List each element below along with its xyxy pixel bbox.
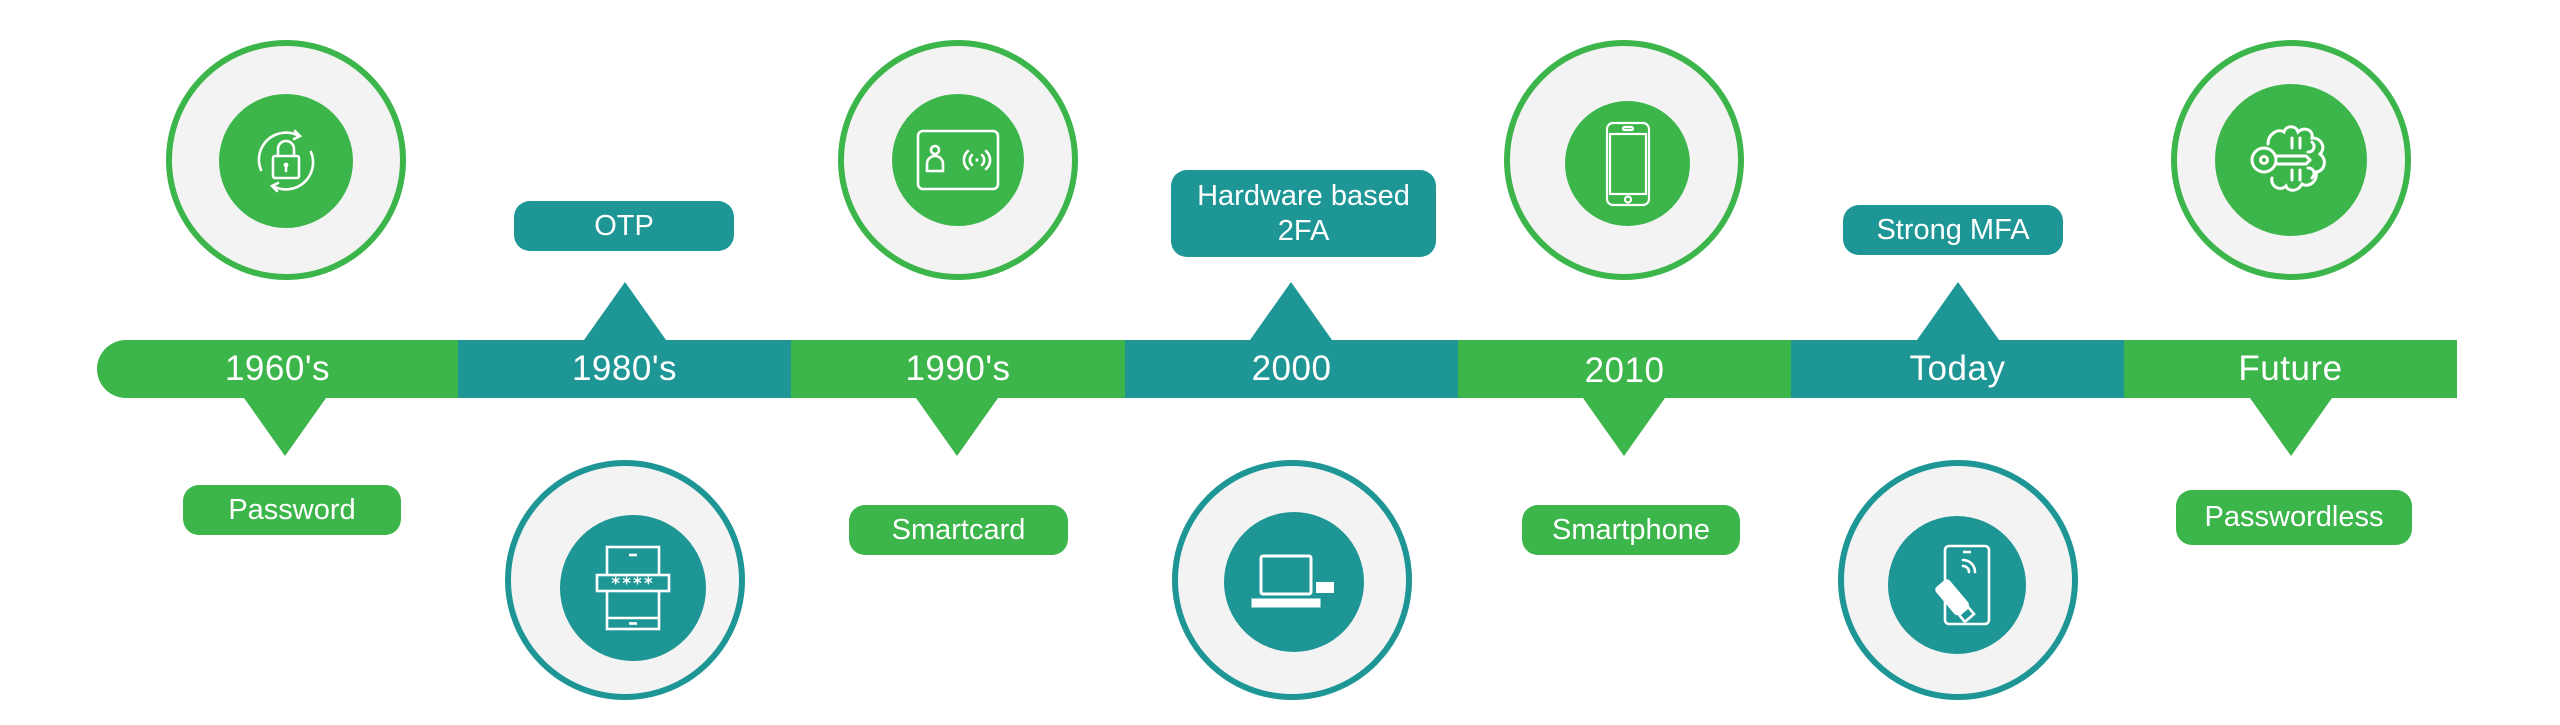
era-label: 2010 xyxy=(1584,351,1665,390)
pointer-down-future xyxy=(2250,398,2332,456)
badge-hardware-2fa xyxy=(1172,460,1412,700)
pointer-up-2000 xyxy=(1250,282,1332,340)
pointer-down-1990s xyxy=(916,398,998,456)
svg-text:****: **** xyxy=(611,574,655,594)
badge-smartcard xyxy=(838,40,1078,280)
pointer-down-2010 xyxy=(1583,398,1665,456)
timeline-segment-1980s: 1980's xyxy=(458,340,791,398)
label-smartcard: Smartcard xyxy=(849,505,1068,555)
era-label: Today xyxy=(1909,349,2006,388)
badge-otp: **** xyxy=(505,460,745,700)
label-password: Password xyxy=(183,485,401,535)
label-strong-mfa: Strong MFA xyxy=(1843,205,2063,255)
label-smartphone: Smartphone xyxy=(1522,505,1740,555)
id-card-contactless-icon xyxy=(916,129,1000,191)
smartphone-icon xyxy=(1605,121,1650,206)
lock-rotate-icon xyxy=(257,129,315,193)
badge-strong-mfa xyxy=(1838,460,2078,700)
brain-key-icon xyxy=(2250,125,2326,192)
label-hardware-2fa: Hardware based 2FA xyxy=(1171,170,1436,257)
timeline-segment-1960s: 1960's xyxy=(97,340,458,398)
badge-smartphone xyxy=(1504,40,1744,280)
era-label: 1990's xyxy=(905,349,1011,388)
era-label: 1960's xyxy=(224,349,331,388)
badge-passwordless xyxy=(2171,40,2411,280)
era-label: 1980's xyxy=(571,349,678,388)
badge-password xyxy=(166,40,406,280)
timeline-segment-today: Today xyxy=(1791,340,2124,398)
label-otp: OTP xyxy=(514,201,734,251)
label-passwordless: Passwordless xyxy=(2176,490,2412,545)
timeline-segment-future: Future xyxy=(2124,340,2457,398)
phone-pin-icon: **** xyxy=(595,545,671,631)
pointer-down-1960s xyxy=(244,398,326,456)
laptop-token-icon xyxy=(1251,554,1334,608)
timeline-segment-1990s: 1990's xyxy=(791,340,1125,398)
security-key-phone-icon xyxy=(1935,544,1991,626)
timeline-segment-2010: 2010 xyxy=(1458,340,1791,398)
pointer-up-today xyxy=(1917,282,1999,340)
timeline-segment-2000: 2000 xyxy=(1125,340,1458,398)
authentication-timeline: 1960's 1980's 1990's 2000 2010 Today Fut… xyxy=(0,0,2560,725)
era-label: 2000 xyxy=(1251,349,1332,388)
pointer-up-1980s xyxy=(584,282,666,340)
era-label: Future xyxy=(2238,349,2343,388)
